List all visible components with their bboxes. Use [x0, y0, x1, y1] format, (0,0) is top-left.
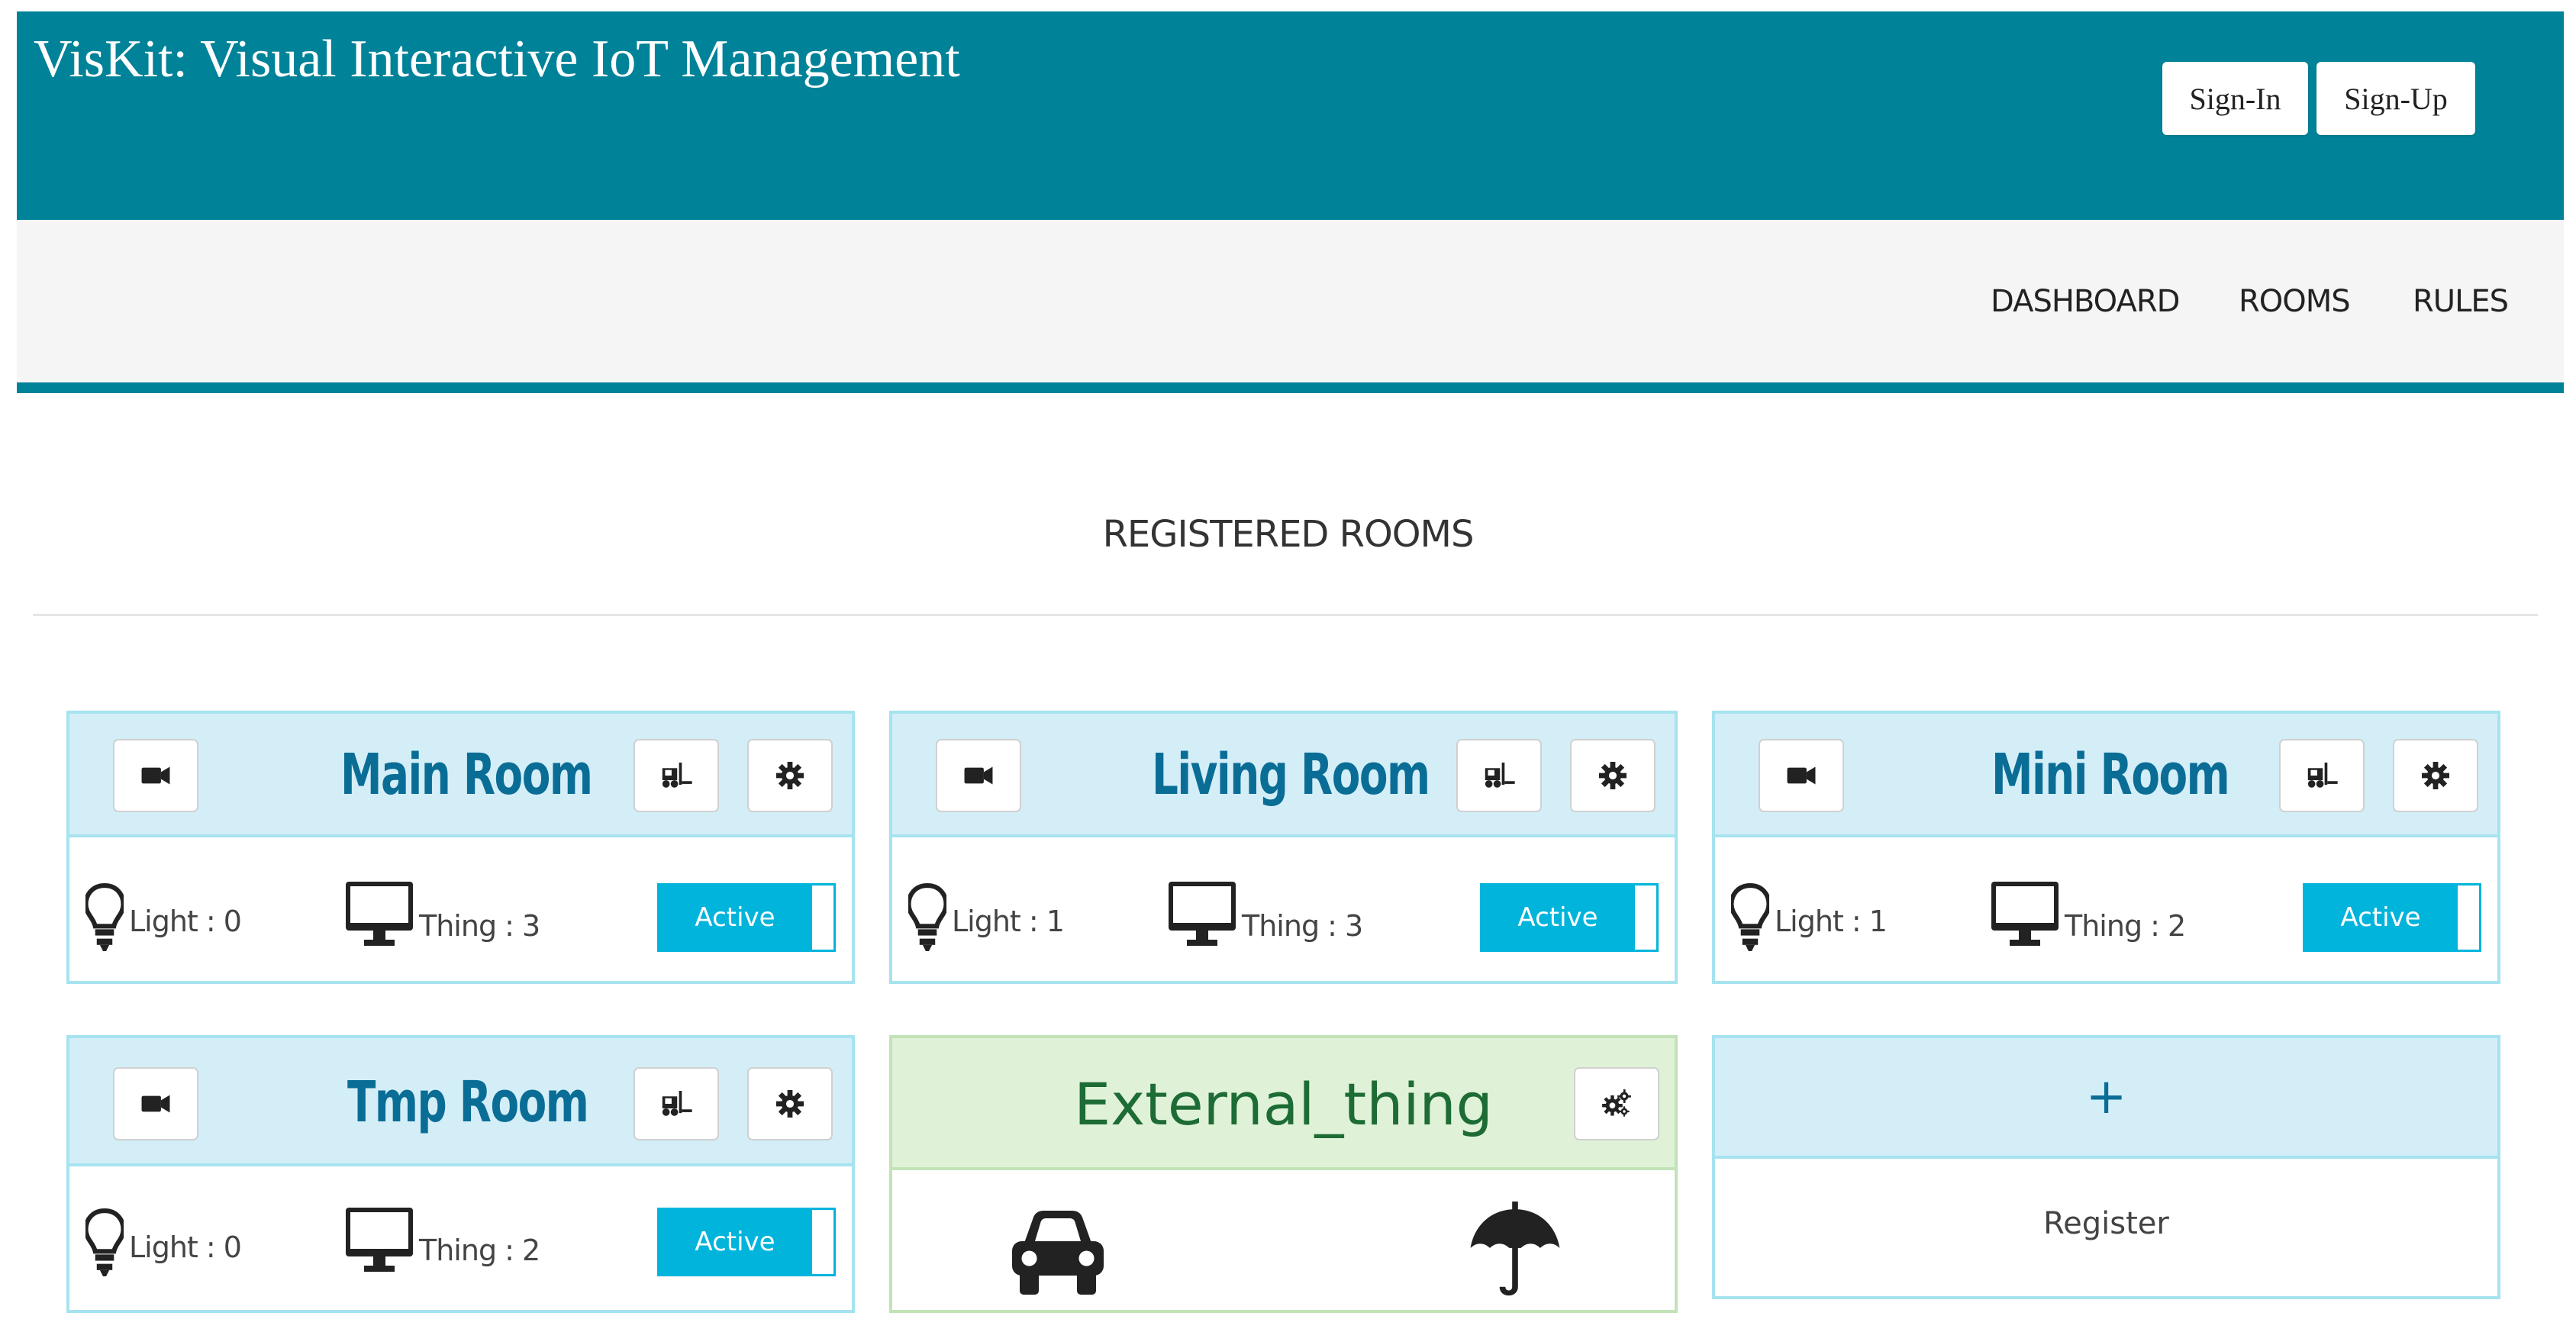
sign-in-button[interactable]: Sign-In — [2162, 62, 2308, 135]
toggle-knob — [812, 1210, 833, 1274]
forklift-icon — [662, 1091, 692, 1116]
camera-button[interactable] — [936, 739, 1021, 812]
umbrella-icon[interactable] — [1466, 1202, 1564, 1302]
monitor-icon — [1991, 882, 2059, 946]
register-card[interactable]: + Register — [1712, 1035, 2500, 1299]
nav-dashboard[interactable]: DASHBOARD — [1991, 284, 2180, 319]
settings-button[interactable] — [2393, 739, 2478, 812]
room-card-living-room: Living Room Light : 1 Thing : 3 Active — [889, 711, 1678, 984]
forklift-icon — [662, 763, 692, 788]
thing-button[interactable] — [634, 1067, 719, 1140]
toggle-label: Active — [1517, 902, 1598, 933]
toggle-label: Active — [695, 1227, 775, 1257]
video-camera-icon — [141, 1095, 170, 1113]
thing-button[interactable] — [1456, 739, 1542, 812]
active-toggle[interactable]: Active — [2303, 883, 2481, 952]
external-settings-button[interactable] — [1574, 1067, 1659, 1140]
sign-up-button[interactable]: Sign-Up — [2316, 62, 2475, 135]
settings-button[interactable] — [1570, 739, 1656, 812]
register-header[interactable]: + — [1715, 1038, 2497, 1159]
active-toggle[interactable]: Active — [657, 1208, 836, 1276]
light-count: Light : 0 — [129, 905, 242, 938]
external-thing-title: External_thing — [1074, 1070, 1493, 1138]
plus-icon[interactable]: + — [2086, 1069, 2127, 1125]
monitor-icon — [346, 882, 413, 946]
thing-count: Thing : 3 — [1242, 909, 1363, 943]
gear-icon — [1599, 762, 1627, 789]
thing-count: Thing : 3 — [419, 909, 540, 943]
gear-icon — [776, 762, 804, 789]
forklift-icon — [2307, 763, 2338, 788]
section-title: REGISTERED ROOMS — [1102, 513, 1475, 556]
register-label[interactable]: Register — [1715, 1206, 2497, 1241]
active-toggle[interactable]: Active — [657, 883, 836, 952]
room-title: Living Room — [1152, 742, 1430, 808]
gear-icon — [776, 1090, 804, 1118]
app-title: VisKit: Visual Interactive IoT Managemen… — [34, 30, 960, 89]
toggle-knob — [812, 885, 833, 950]
monitor-icon — [1169, 882, 1236, 946]
navbar-border — [17, 382, 2564, 393]
camera-button[interactable] — [113, 739, 198, 812]
room-title: Tmp Room — [347, 1069, 589, 1135]
thing-count: Thing : 2 — [2065, 909, 2186, 943]
toggle-label: Active — [2340, 902, 2421, 933]
section-divider — [33, 614, 2538, 616]
room-card-main-room: Main Room Light : 0 Thing : 3 Active — [66, 711, 855, 984]
gears-icon — [1602, 1089, 1631, 1117]
nav-rules[interactable]: RULES — [2413, 284, 2509, 319]
room-title: Main Room — [340, 742, 593, 808]
video-camera-icon — [141, 766, 170, 785]
thing-button[interactable] — [2279, 739, 2365, 812]
toggle-knob — [2458, 885, 2479, 950]
video-camera-icon — [964, 766, 993, 785]
light-count: Light : 0 — [129, 1231, 242, 1264]
car-icon[interactable] — [1004, 1207, 1111, 1302]
camera-button[interactable] — [113, 1067, 198, 1140]
external-thing-card: External_thing — [889, 1035, 1678, 1313]
room-card-tmp-room: Tmp Room Light : 0 Thing : 2 Active — [66, 1035, 855, 1313]
light-count: Light : 1 — [1775, 905, 1888, 938]
lightbulb-icon — [85, 882, 124, 951]
navbar — [17, 220, 2564, 382]
forklift-icon — [1485, 763, 1515, 788]
lightbulb-icon — [908, 882, 946, 951]
gear-icon — [2422, 762, 2449, 789]
lightbulb-icon — [85, 1208, 124, 1276]
video-camera-icon — [1787, 766, 1816, 785]
toggle-knob — [1635, 885, 1656, 950]
monitor-icon — [346, 1208, 413, 1272]
thing-button[interactable] — [634, 739, 719, 812]
external-thing-header: External_thing — [892, 1038, 1675, 1170]
room-card-mini-room: Mini Room Light : 1 Thing : 2 Active — [1712, 711, 2500, 984]
nav-rooms[interactable]: ROOMS — [2239, 284, 2351, 319]
room-title: Mini Room — [1991, 742, 2230, 808]
thing-count: Thing : 2 — [419, 1234, 540, 1267]
camera-button[interactable] — [1759, 739, 1844, 812]
settings-button[interactable] — [747, 739, 833, 812]
light-count: Light : 1 — [952, 905, 1065, 938]
settings-button[interactable] — [747, 1067, 833, 1140]
toggle-label: Active — [695, 902, 775, 933]
lightbulb-icon — [1731, 882, 1769, 951]
active-toggle[interactable]: Active — [1480, 883, 1659, 952]
